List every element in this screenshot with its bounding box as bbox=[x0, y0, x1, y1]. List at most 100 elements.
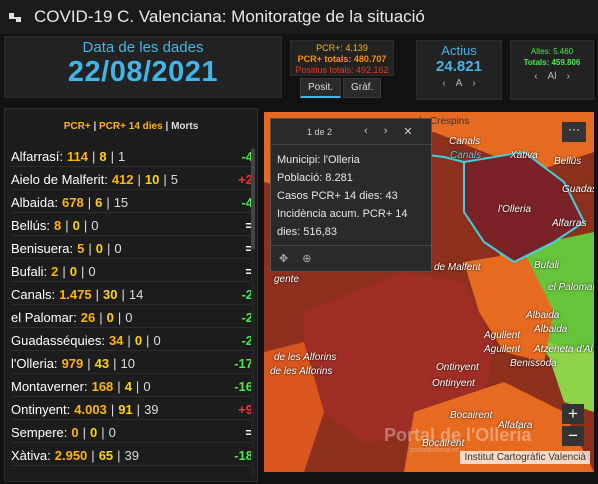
pcr-count: 2 bbox=[51, 264, 59, 279]
map-label-bufali: Bufali bbox=[534, 260, 560, 271]
tab-positius[interactable]: Posit. bbox=[300, 78, 342, 98]
list-item[interactable]: Bufali: 2 | 0 | 0 = bbox=[11, 262, 255, 282]
zoom-to-icon[interactable]: ⊕ bbox=[302, 252, 311, 265]
deaths-count: 0 bbox=[153, 333, 161, 348]
active-pager: ‹ A › bbox=[417, 78, 501, 89]
move-icon[interactable]: ✥ bbox=[279, 252, 288, 265]
map-label-atzeneta: Atzeneta d'Al bbox=[534, 344, 593, 355]
zoom-in-button[interactable]: + bbox=[562, 404, 584, 424]
chevron-right-icon[interactable]: › bbox=[384, 125, 388, 138]
list-item[interactable]: Benisuera: 5 | 0 | 0 = bbox=[11, 239, 255, 259]
discharges-card: Altes: 5.460 Totals: 459.806 ‹ Al › bbox=[510, 40, 594, 100]
deaths-count: 39 bbox=[144, 402, 159, 417]
list-item[interactable]: Aielo de Malferit: 412 | 10 | 5 +2 bbox=[11, 170, 255, 190]
chevron-left-icon[interactable]: ‹ bbox=[534, 71, 537, 82]
popup-footer: ✥ ⊕ bbox=[271, 245, 431, 271]
title-bar: COVID-19 C. Valenciana: Monitoratge de l… bbox=[0, 0, 598, 34]
map-label-agullent: Agullent bbox=[484, 330, 521, 341]
chevron-left-icon[interactable]: ‹ bbox=[442, 78, 445, 89]
municipality-name: Benisuera: bbox=[11, 241, 74, 256]
active-pager-label: A bbox=[455, 78, 463, 89]
header-deaths: Morts bbox=[171, 121, 199, 132]
list-header: PCR+ | PCR+ 14 dies | Morts bbox=[63, 121, 199, 132]
deaths-count: 0 bbox=[125, 310, 133, 325]
pcr-summary-card: PCR+: 4.139 PCR+ totals: 480.707 Positiu… bbox=[290, 40, 394, 76]
pcr14-count: 0 bbox=[106, 310, 114, 325]
municipality-name: Montaverner: bbox=[11, 379, 88, 394]
header-pcr: PCR+ bbox=[63, 121, 91, 132]
pcr-count: 114 bbox=[67, 149, 88, 164]
map-label-olleria: l'Olleria bbox=[498, 204, 532, 215]
list-item[interactable]: Canals: 1.475 | 30 | 14 -2 bbox=[11, 285, 255, 305]
pcr14-count: 0 bbox=[134, 333, 143, 348]
pcr14-count: 30 bbox=[103, 287, 118, 302]
pcr14-count: 4 bbox=[124, 379, 132, 394]
map-menu-button[interactable]: ··· bbox=[562, 122, 586, 142]
chevron-left-icon[interactable]: ‹ bbox=[364, 125, 368, 138]
pcr-count: 0 bbox=[71, 425, 79, 440]
municipality-name: Sempere: bbox=[11, 425, 68, 440]
pcr-count: 2.950 bbox=[54, 448, 88, 463]
list-item[interactable]: Montaverner: 168 | 4 | 0 -16 bbox=[11, 377, 255, 397]
chevron-right-icon[interactable]: › bbox=[566, 71, 569, 82]
deaths-count: 10 bbox=[120, 356, 135, 371]
list-item[interactable]: Bellús: 8 | 0 | 0 = bbox=[11, 216, 255, 236]
list-item[interactable]: el Palomar: 26 | 0 | 0 -2 bbox=[11, 308, 255, 328]
separator: | bbox=[117, 379, 121, 394]
pcr-count: 678 bbox=[61, 195, 84, 210]
separator: | bbox=[127, 333, 131, 348]
deaths-count: 1 bbox=[118, 149, 126, 164]
pcr-count: 5 bbox=[77, 241, 85, 256]
municipality-name: Xàtiva: bbox=[11, 448, 51, 463]
map-label-alfarrasi: Alfarras bbox=[552, 218, 587, 229]
pcr14-count: 0 bbox=[95, 241, 104, 256]
municipality-name: Alfarrasí: bbox=[11, 149, 64, 164]
separator: | bbox=[113, 356, 117, 371]
pcr14-count: 43 bbox=[94, 356, 110, 371]
separator: | bbox=[117, 448, 121, 463]
list-item[interactable]: Guadasséquies: 34 | 0 | 0 -2 bbox=[11, 331, 255, 351]
list-item[interactable]: Xàtiva: 2.950 | 65 | 39 -18 bbox=[11, 446, 255, 466]
separator: | bbox=[91, 448, 95, 463]
list-item[interactable]: Sempere: 0 | 0 | 0 = bbox=[11, 423, 255, 443]
pcr14-count: 65 bbox=[98, 448, 114, 463]
map-label-malferit: de Malferit bbox=[434, 262, 481, 273]
separator: | bbox=[163, 172, 167, 187]
discharges-total: Totals: 459.806 bbox=[523, 58, 581, 67]
deaths-count: 0 bbox=[143, 379, 151, 394]
pcr14-count: 0 bbox=[72, 218, 80, 233]
watermark-subtitle: portaldolleria.es bbox=[410, 447, 460, 454]
map-label-xativa: Xàtiva bbox=[510, 150, 538, 161]
header-pcr14: PCR+ 14 dies bbox=[99, 121, 163, 132]
pcr-count: 8 bbox=[54, 218, 62, 233]
map-label-canals: Canals bbox=[449, 136, 481, 147]
map-label-alforins: de les Alforins bbox=[274, 352, 337, 363]
popup-incidence-label: Incidència acum. PCR+ 14 bbox=[277, 208, 408, 220]
separator: | bbox=[135, 379, 140, 394]
separator: | bbox=[101, 425, 105, 440]
chevron-right-icon[interactable]: › bbox=[472, 78, 475, 89]
watermark: Portal de l'Olleria bbox=[384, 425, 532, 445]
discharges-pager: ‹ Al › bbox=[511, 71, 593, 82]
separator: | bbox=[137, 172, 141, 187]
list-item[interactable]: l'Olleria: 979 | 43 | 10 -17 bbox=[11, 354, 255, 374]
data-date-panel: Data de les dades 22/08/2021 bbox=[4, 36, 282, 98]
active-cases-value: 24.821 bbox=[436, 58, 482, 75]
data-date-label: Data de les dades bbox=[82, 39, 204, 56]
pcr-count: 1.475 bbox=[59, 287, 92, 302]
separator: | bbox=[95, 287, 100, 302]
zoom-out-button[interactable]: − bbox=[562, 426, 584, 446]
list-item[interactable]: Alfarrasí: 114 | 8 | 1 -4 bbox=[11, 147, 255, 167]
separator: | bbox=[117, 310, 122, 325]
tab-grafic[interactable]: Gràf. bbox=[343, 78, 382, 98]
popup-header: 1 de 2 ‹ › ✕ bbox=[271, 119, 431, 145]
municipality-name: Canals: bbox=[11, 287, 56, 302]
municipality-name: Bellús: bbox=[11, 218, 51, 233]
list-item[interactable]: Ontinyent: 4.003 | 91 | 39 +9 bbox=[11, 400, 255, 420]
close-icon[interactable]: ✕ bbox=[403, 125, 412, 138]
list-item[interactable]: Albaida: 678 | 6 | 15 -4 bbox=[11, 193, 255, 213]
pcr-count: 34 bbox=[108, 333, 124, 348]
pcr14-count: 0 bbox=[90, 425, 98, 440]
municipality-name: Guadasséquies: bbox=[11, 333, 105, 348]
list-scrollbar-thumb[interactable] bbox=[251, 149, 255, 249]
